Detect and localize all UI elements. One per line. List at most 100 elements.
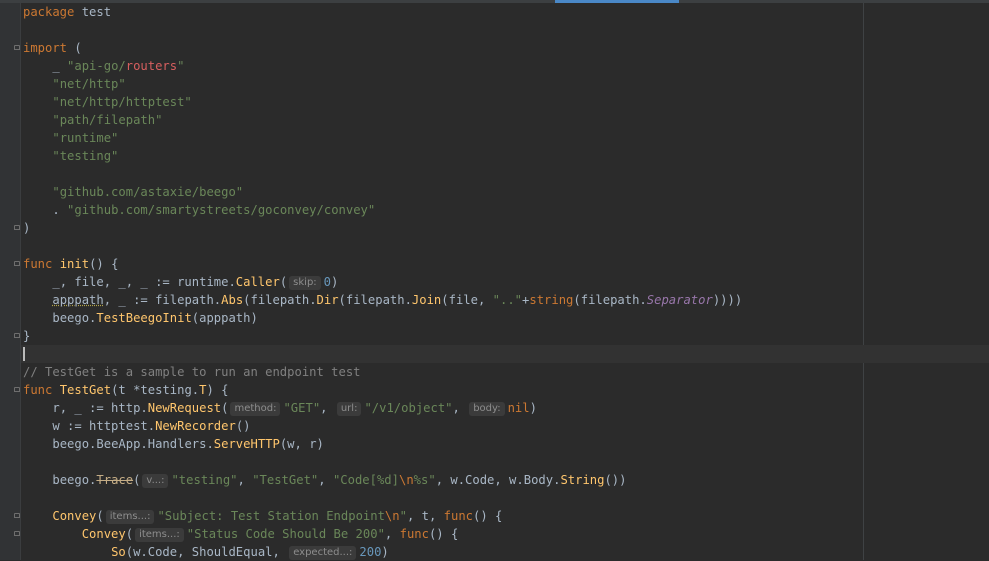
parameter-hint: url: bbox=[336, 402, 362, 416]
code-text: () { bbox=[473, 509, 503, 523]
keyword-nil: nil bbox=[507, 401, 530, 415]
code-line-16[interactable]: _, file, _, _ := runtime.Caller(skip: 0) bbox=[23, 273, 742, 291]
code-text: () bbox=[235, 419, 251, 433]
function-call: Convey bbox=[52, 509, 97, 523]
code-line-31[interactable]: So(w.Code, ShouldEqual, expected...: 200) bbox=[23, 543, 742, 561]
code-line-26[interactable] bbox=[23, 453, 742, 471]
string-literal: " bbox=[399, 509, 407, 523]
parameter-hint: v...: bbox=[142, 474, 169, 488]
code-line-27[interactable]: beego.Trace(v...: "testing", "TestGet", "… bbox=[23, 471, 742, 489]
function-signature: () { bbox=[89, 257, 119, 271]
import-path-highlight: routers bbox=[125, 59, 178, 73]
string-literal: ".." bbox=[492, 293, 523, 307]
number-literal: 0 bbox=[323, 275, 332, 289]
code-text: ( bbox=[279, 275, 288, 289]
parameter-hint: items...: bbox=[105, 510, 155, 524]
code-text: _, file, _, _ := runtime. bbox=[52, 275, 236, 289]
code-text: beego. bbox=[52, 473, 97, 487]
code-line-18[interactable]: beego.TestBeegoInit(apppath) bbox=[23, 309, 742, 327]
string-literal: "Subject: Test Station Endpoint bbox=[157, 509, 385, 523]
code-text: , t, bbox=[406, 509, 444, 523]
code-line-2[interactable] bbox=[23, 21, 742, 39]
function-call: String bbox=[560, 473, 605, 487]
code-text: ) bbox=[529, 401, 537, 415]
fold-import-end-icon[interactable] bbox=[14, 225, 20, 232]
escape-sequence: \n bbox=[384, 509, 400, 523]
import-path: "net/http" bbox=[52, 77, 126, 91]
function-call: ServeHTTP bbox=[213, 437, 280, 451]
code-line-23[interactable]: r, _ := http.NewRequest(method: "GET", ur… bbox=[23, 399, 742, 417]
right-margin-guide bbox=[863, 3, 864, 560]
code-line-11[interactable]: "github.com/astaxie/beego" bbox=[23, 183, 742, 201]
import-path: "net/http/httptest" bbox=[52, 95, 192, 109]
string-literal: "testing" bbox=[171, 473, 238, 487]
code-text: ) { bbox=[206, 383, 229, 397]
gutter-divider bbox=[20, 3, 21, 560]
code-text: (apppath) bbox=[191, 311, 258, 325]
function-call: Convey bbox=[81, 527, 126, 541]
code-text: w := httptest. bbox=[52, 419, 156, 433]
fold-import-icon[interactable] bbox=[14, 45, 20, 52]
code-text: , w.Code, w.Body. bbox=[435, 473, 561, 487]
builtin-string: string bbox=[529, 293, 574, 307]
code-text: (filepath. bbox=[243, 293, 317, 307]
constant-separator: Separator bbox=[646, 293, 713, 307]
keyword-func: func bbox=[399, 527, 429, 541]
code-line-30[interactable]: Convey(items...: "Status Code Should Be 2… bbox=[23, 525, 742, 543]
code-line-7[interactable]: "path/filepath" bbox=[23, 111, 742, 129]
code-text: , _ := filepath. bbox=[103, 293, 222, 307]
code-line-6[interactable]: "net/http/httptest" bbox=[23, 93, 742, 111]
code-line-15[interactable]: func init() { bbox=[23, 255, 742, 273]
code-line-17[interactable]: apppath, _ := filepath.Abs(filepath.Dir(… bbox=[23, 291, 742, 309]
code-text: () { bbox=[428, 527, 459, 541]
code-line-28[interactable] bbox=[23, 489, 742, 507]
code-line-5[interactable]: "net/http" bbox=[23, 75, 742, 93]
fold-init-end-icon[interactable] bbox=[14, 333, 20, 340]
code-line-3[interactable]: import ( bbox=[23, 39, 742, 57]
code-line-1[interactable]: package test bbox=[23, 3, 742, 21]
code-text: ( bbox=[133, 473, 141, 487]
editor-gutter[interactable] bbox=[0, 3, 20, 560]
code-line-24[interactable]: w := httptest.NewRecorder() bbox=[23, 417, 742, 435]
string-literal: "TestGet" bbox=[252, 473, 319, 487]
code-line-8[interactable]: "runtime" bbox=[23, 129, 742, 147]
function-call: Caller bbox=[235, 275, 280, 289]
number-literal: 200 bbox=[359, 545, 382, 559]
code-line-22[interactable]: func TestGet(t *testing.T) { bbox=[23, 381, 742, 399]
code-line-14[interactable] bbox=[23, 237, 742, 255]
code-line-29[interactable]: Convey(items...: "Subject: Test Station E… bbox=[23, 507, 742, 525]
fold-init-icon[interactable] bbox=[14, 261, 20, 268]
code-line-13[interactable]: ) bbox=[23, 219, 742, 237]
code-editor[interactable]: package test import ( _ "api-go/routers"… bbox=[23, 3, 742, 561]
code-text: ( bbox=[221, 401, 229, 415]
code-line-21[interactable]: // TestGet is a sample to run an endpoin… bbox=[23, 363, 742, 381]
code-line-19[interactable]: } bbox=[23, 327, 742, 345]
import-path: "path/filepath" bbox=[52, 113, 163, 127]
code-line-25[interactable]: beego.BeeApp.Handlers.ServeHTTP(w, r) bbox=[23, 435, 742, 453]
code-line-9[interactable]: "testing" bbox=[23, 147, 742, 165]
function-name-testget: TestGet bbox=[59, 383, 112, 397]
code-line-12[interactable]: . "github.com/smartystreets/goconvey/con… bbox=[23, 201, 742, 219]
code-line-4[interactable]: _ "api-go/routers" bbox=[23, 57, 742, 75]
fold-convey-icon[interactable] bbox=[14, 513, 20, 520]
code-text: r, _ := http. bbox=[52, 401, 148, 415]
function-call: Abs bbox=[221, 293, 244, 307]
code-text: , bbox=[452, 401, 460, 415]
import-path: "github.com/astaxie/beego" bbox=[52, 185, 244, 199]
code-text: , bbox=[320, 401, 328, 415]
function-call: NewRecorder bbox=[155, 419, 236, 433]
code-text: .Handlers. bbox=[140, 437, 214, 451]
function-call: So bbox=[111, 545, 126, 559]
fold-testget-icon[interactable] bbox=[14, 387, 20, 394]
string-literal: "Status Code Should Be 200" bbox=[186, 527, 385, 541]
string-literal: "GET" bbox=[283, 401, 321, 415]
code-text: )))) bbox=[712, 293, 743, 307]
parameter-hint: method: bbox=[230, 402, 281, 416]
import-alias: . bbox=[52, 203, 60, 217]
code-line-10[interactable] bbox=[23, 165, 742, 183]
function-call: Join bbox=[411, 293, 442, 307]
code-line-20[interactable] bbox=[23, 345, 742, 363]
code-text: ) bbox=[381, 545, 389, 559]
fold-convey-inner-icon[interactable] bbox=[14, 531, 20, 538]
parameter-hint: items...: bbox=[135, 528, 184, 542]
